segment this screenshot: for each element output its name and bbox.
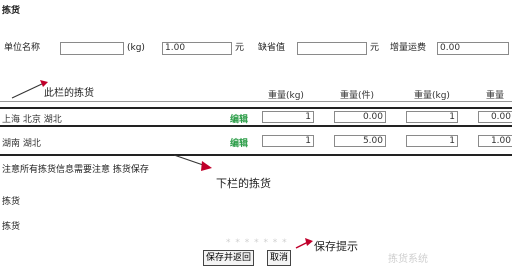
header-col-1: 重量(kg) [268, 91, 304, 101]
watermark: 拣货系统 [388, 254, 428, 265]
row1-first-price[interactable]: 0.00 [334, 111, 386, 123]
table-top-rule [0, 101, 512, 102]
save-note: 注意所有拣货信息需要注意 拣货保存 [2, 165, 149, 175]
weight-unit-label: (kg) [127, 43, 145, 53]
row2-edit-link[interactable]: 编辑 [230, 136, 248, 149]
row2-extra-weight[interactable]: 1 [406, 135, 458, 147]
save-and-return-button[interactable]: 保存并返回 [203, 250, 255, 266]
unit-name-input[interactable] [60, 42, 124, 55]
row2-first-weight[interactable]: 1 [262, 135, 314, 147]
row1-region-name: 上海 北京 湖北 [2, 115, 62, 125]
row1-first-weight[interactable]: 1 [262, 111, 314, 123]
page-title: 拣货 [2, 6, 21, 16]
section-label-a: 拣货 [2, 197, 21, 207]
default-value-input[interactable] [297, 42, 367, 55]
save-hint-label: 保存提示 [314, 240, 358, 253]
row1-extra-price[interactable]: 0.00 [478, 111, 512, 123]
first-weight-unit: 元 [235, 43, 245, 53]
header-col-2: 重量(件) [340, 91, 375, 101]
row1-edit-link[interactable]: 编辑 [230, 112, 248, 125]
cancel-button[interactable]: 取消 [267, 250, 292, 266]
callout-top-label: 此栏的拣货 [44, 88, 94, 99]
extra-fee-label: 增量运费 [390, 43, 427, 53]
extra-fee-input[interactable]: 0.00 [437, 42, 509, 55]
header-col-4: 重量 [486, 91, 505, 101]
section-label-b: 拣货 [2, 222, 21, 232]
table-bottom-rule [0, 154, 512, 156]
callout-arrow-top [11, 80, 48, 99]
row2-first-price[interactable]: 5.00 [334, 135, 386, 147]
hint-arrow-icon [295, 238, 313, 249]
header-col-3: 重量(kg) [414, 91, 450, 101]
row1-extra-weight[interactable]: 1 [406, 111, 458, 123]
default-value-label: 缺省值 [258, 43, 286, 53]
row2-region-name: 湖南 湖北 [2, 139, 41, 149]
unit-name-label: 单位名称 [4, 43, 41, 53]
faint-decoration: * * * * * * * [226, 238, 288, 248]
callout-arrow-bottom [173, 154, 212, 171]
row2-extra-price[interactable]: 1.00 [478, 135, 512, 147]
default-value-unit: 元 [370, 43, 380, 53]
first-weight-input[interactable]: 1.00 [162, 42, 232, 55]
callout-bottom-label: 下栏的拣货 [216, 177, 271, 190]
